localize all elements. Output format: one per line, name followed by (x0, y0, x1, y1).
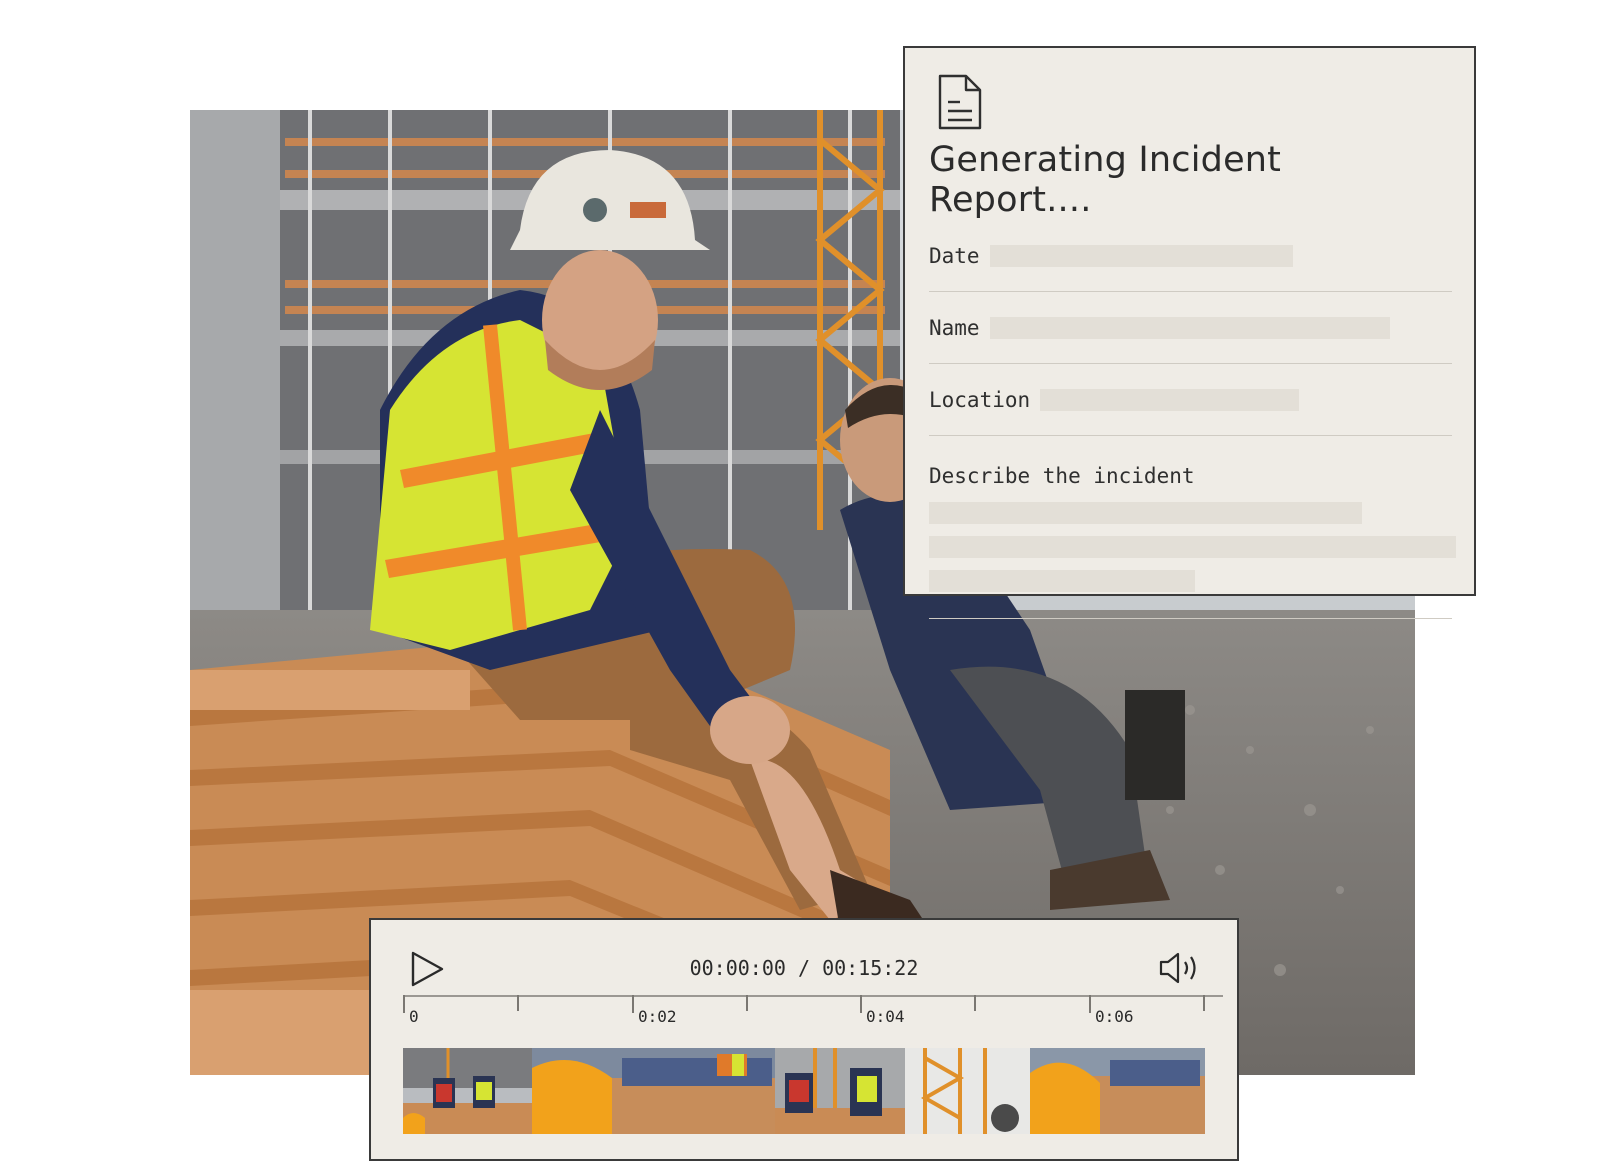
timeline-ruler[interactable]: 0 0:02 0:04 0:06 (403, 995, 1223, 1043)
ruler-tick (1203, 995, 1205, 1011)
report-title: Generating Incident Report.... (929, 140, 1282, 220)
time-separator: / (797, 956, 811, 980)
incident-report-card: Generating Incident Report.... Date Name… (903, 46, 1476, 619)
name-field[interactable]: Name (929, 292, 1452, 364)
ruler-label: 0:06 (1095, 1007, 1134, 1026)
name-placeholder (989, 316, 1390, 339)
ruler-label: 0 (409, 1007, 419, 1026)
description-label: Describe the incident (929, 464, 1195, 488)
video-frame[interactable] (403, 1048, 532, 1134)
ruler-label: 0:04 (866, 1007, 905, 1026)
volume-icon[interactable] (1158, 950, 1202, 986)
filmstrip[interactable] (403, 1048, 1205, 1134)
total-time: 00:15:22 (822, 956, 919, 980)
document-icon (938, 74, 982, 130)
date-label: Date (929, 243, 980, 268)
video-frame[interactable] (1030, 1048, 1205, 1134)
location-label: Location (929, 387, 1031, 412)
date-placeholder (989, 244, 1293, 267)
timecode: 00:00:00 / 00:15:22 (371, 956, 1237, 980)
name-label: Name (929, 315, 980, 340)
video-frame[interactable] (905, 1048, 1030, 1134)
description-placeholder-line (929, 502, 1362, 524)
video-frame[interactable] (532, 1048, 775, 1134)
location-field[interactable]: Location (929, 364, 1452, 436)
date-field[interactable]: Date (929, 220, 1452, 292)
ruler-label: 0:02 (638, 1007, 677, 1026)
video-player: 00:00:00 / 00:15:22 0 0:02 0:04 0:06 (369, 918, 1239, 1161)
incident-description-field[interactable]: Describe the incident (929, 436, 1456, 619)
location-placeholder (1040, 388, 1300, 411)
ruler-tick (974, 995, 976, 1011)
ruler-tick (517, 995, 519, 1011)
ruler-line (403, 995, 1223, 997)
description-placeholder-line (929, 570, 1195, 592)
ruler-tick (746, 995, 748, 1011)
description-placeholder-line (929, 536, 1456, 558)
current-time: 00:00:00 (689, 956, 786, 980)
video-frame[interactable] (775, 1048, 905, 1134)
